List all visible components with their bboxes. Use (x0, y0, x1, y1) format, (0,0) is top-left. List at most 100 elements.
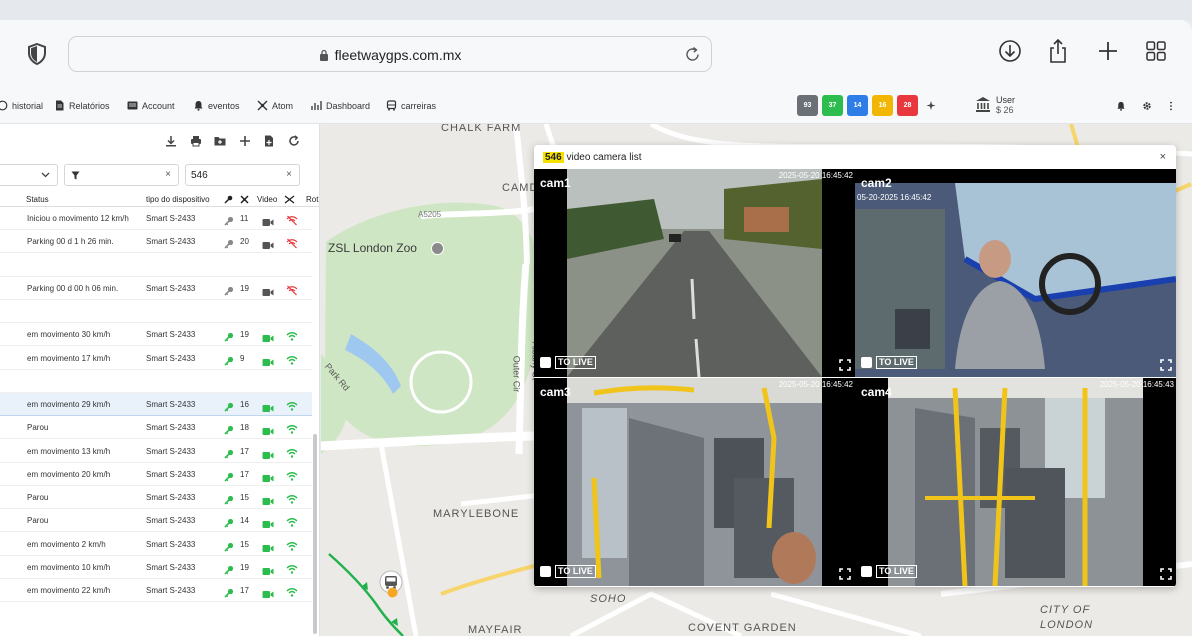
col-video[interactable]: Video (257, 195, 277, 204)
sparkle-icon[interactable] (926, 100, 937, 111)
video-camera-icon[interactable] (262, 214, 274, 226)
to-live-checkbox[interactable] (861, 357, 872, 368)
video-camera-icon[interactable] (262, 493, 274, 505)
nav-historial[interactable]: historial (0, 100, 43, 111)
nav-eventos[interactable]: eventos (193, 100, 240, 111)
drone-column-icon[interactable] (284, 195, 295, 204)
to-live-control[interactable]: TO LIVE (540, 565, 596, 578)
nav-dashboard[interactable]: Dashboard (311, 100, 370, 111)
add-folder-icon[interactable] (214, 135, 226, 147)
notification-bell-icon[interactable] (1116, 101, 1126, 111)
clear-search-icon[interactable]: × (286, 169, 292, 180)
to-live-control[interactable]: TO LIVE (540, 356, 596, 369)
video-camera-icon[interactable] (262, 354, 274, 366)
camera-tile-cam2[interactable]: cam2 05-20-2025 16:45:42 TO LIVE (855, 169, 1176, 377)
table-row[interactable]: Parking 00 d 1 h 26 min. Smart S-2433 20 (0, 230, 312, 254)
key-icon[interactable] (224, 585, 234, 598)
table-row[interactable]: em movimento 22 km/h Smart S-2433 17 (0, 579, 312, 602)
table-row[interactable]: em movimento 10 km/h Smart S-2433 19 (0, 556, 312, 579)
nav-relatorios[interactable]: Relatórios (54, 100, 110, 111)
table-row[interactable]: em movimento 13 km/h Smart S-2433 17 (0, 440, 312, 463)
to-live-control[interactable]: TO LIVE (861, 356, 917, 369)
status-count-badge[interactable]: 93 (797, 95, 818, 116)
add-file-icon[interactable] (263, 135, 275, 147)
group-select[interactable] (0, 164, 58, 186)
video-camera-icon[interactable] (262, 470, 274, 482)
download-icon[interactable] (997, 38, 1023, 64)
fullscreen-icon[interactable] (1160, 359, 1172, 371)
video-camera-icon[interactable] (262, 586, 274, 598)
video-camera-icon[interactable] (262, 516, 274, 529)
settings-gear-icon[interactable] (1142, 101, 1152, 111)
video-camera-icon[interactable] (262, 237, 274, 250)
clear-filter-icon[interactable]: × (165, 169, 171, 180)
to-live-checkbox[interactable] (540, 357, 551, 368)
table-row[interactable]: Parou Smart S-2433 15 (0, 486, 312, 509)
fullscreen-icon[interactable] (1160, 568, 1172, 580)
key-icon[interactable] (224, 236, 234, 249)
to-live-checkbox[interactable] (540, 566, 551, 577)
key-icon[interactable] (224, 329, 234, 342)
key-icon[interactable] (224, 539, 234, 552)
reload-icon[interactable] (684, 46, 701, 63)
key-icon[interactable] (224, 492, 234, 505)
print-icon[interactable] (190, 135, 202, 147)
camera-tile-cam1[interactable]: cam1 2025-05-20 16:45:42 TO LIVE (534, 169, 855, 377)
user-menu[interactable]: User $ 26 (975, 94, 1055, 118)
table-row[interactable]: em movimento 29 km/h Smart S-2433 16 (0, 393, 312, 416)
new-tab-icon[interactable] (1095, 38, 1121, 64)
table-row[interactable]: em movimento 20 km/h Smart S-2433 17 (0, 463, 312, 486)
key-icon[interactable] (224, 213, 234, 226)
col-route[interactable]: Rot (306, 195, 318, 204)
table-row[interactable] (0, 300, 312, 323)
video-camera-icon[interactable] (262, 284, 274, 296)
key-icon[interactable] (224, 399, 234, 412)
table-row[interactable]: Parou Smart S-2433 18 (0, 416, 312, 440)
key-column-icon[interactable] (224, 195, 233, 204)
col-status[interactable]: Status (26, 195, 49, 204)
status-count-badge[interactable]: 37 (822, 95, 843, 116)
video-camera-icon[interactable] (262, 330, 274, 343)
key-icon[interactable] (224, 446, 234, 459)
close-dialog-button[interactable]: × (1160, 151, 1166, 163)
nav-carreiras[interactable]: carreiras (386, 100, 436, 111)
camera-tile-cam4[interactable]: cam4 2025-05-20 16:45:43 TO LIVE (855, 378, 1176, 586)
to-live-checkbox[interactable] (861, 566, 872, 577)
video-camera-icon[interactable] (262, 563, 274, 575)
key-icon[interactable] (224, 283, 234, 296)
nav-account[interactable]: Account (127, 100, 175, 111)
table-row[interactable]: Iniciou o movimento 12 km/h Smart S-2433 1… (0, 207, 312, 230)
video-camera-icon[interactable] (262, 540, 274, 552)
tabs-overview-icon[interactable] (1143, 38, 1169, 64)
table-row[interactable] (0, 370, 312, 393)
fullscreen-icon[interactable] (839, 568, 851, 580)
key-icon[interactable] (224, 515, 234, 528)
table-row[interactable]: Parking 00 d 00 h 06 min. Smart S-2433 19 (0, 277, 312, 300)
video-camera-icon[interactable] (262, 400, 274, 412)
status-count-badge[interactable]: 14 (847, 95, 868, 116)
refresh-icon[interactable] (288, 135, 300, 147)
shield-icon[interactable] (27, 43, 47, 65)
download-list-icon[interactable] (165, 135, 177, 147)
satellite-column-icon[interactable] (240, 195, 249, 204)
more-vertical-icon[interactable] (1166, 101, 1176, 111)
key-icon[interactable] (224, 422, 234, 435)
scrollbar-thumb[interactable] (313, 434, 317, 634)
status-count-badge[interactable]: 16 (872, 95, 893, 116)
video-camera-icon[interactable] (262, 447, 274, 459)
video-camera-icon[interactable] (262, 423, 274, 436)
key-icon[interactable] (224, 353, 234, 366)
fullscreen-icon[interactable] (839, 359, 851, 371)
to-live-control[interactable]: TO LIVE (861, 565, 917, 578)
share-icon[interactable] (1045, 38, 1071, 64)
status-count-badge[interactable]: 28 (897, 95, 918, 116)
key-icon[interactable] (224, 469, 234, 482)
table-row[interactable] (0, 254, 312, 277)
table-row[interactable]: em movimento 30 km/h Smart S-2433 19 (0, 323, 312, 347)
table-row[interactable]: Parou Smart S-2433 14 (0, 509, 312, 533)
nav-atom[interactable]: Atom (257, 100, 293, 111)
table-row[interactable]: em movimento 2 km/h Smart S-2433 15 (0, 533, 312, 556)
add-icon[interactable] (239, 135, 251, 147)
address-bar[interactable]: fleetwaygps.com.mx (68, 36, 712, 72)
camera-tile-cam3[interactable]: cam3 2025-05-20 16:45:42 TO LIVE (534, 378, 855, 586)
